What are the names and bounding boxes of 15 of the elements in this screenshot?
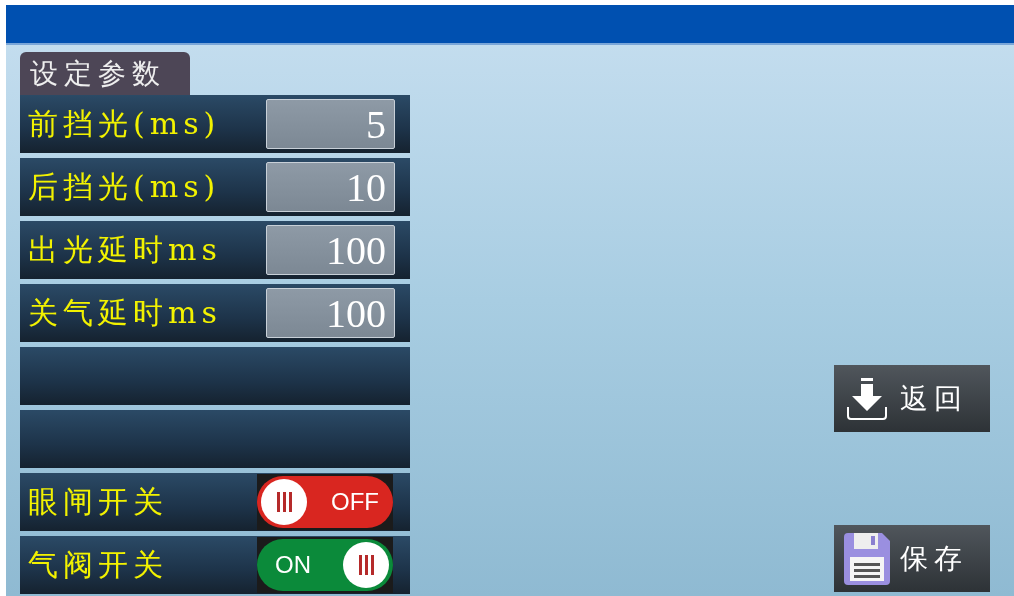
toggle-switch[interactable]: ON [257,539,393,591]
switch-label: 气阀开关 [28,545,168,584]
number-input[interactable]: 10 [266,162,395,212]
number-input[interactable]: 5 [266,99,395,149]
number-input[interactable]: 100 [266,288,395,338]
parameter-label: 前挡光(ms) [28,104,221,143]
parameter-label: 后挡光(ms) [28,167,221,206]
settings-tab[interactable]: 设定参数 [20,52,190,95]
parameter-label: 关气延时ms [28,293,222,332]
save-button[interactable]: 保存 [834,525,990,592]
number-input[interactable]: 100 [266,225,395,275]
parameter-label: 出光延时ms [28,230,222,269]
switch-label: 眼闸开关 [28,482,168,521]
toggle-switch[interactable]: OFF [257,476,393,528]
back-button[interactable]: 返回 [834,365,990,432]
